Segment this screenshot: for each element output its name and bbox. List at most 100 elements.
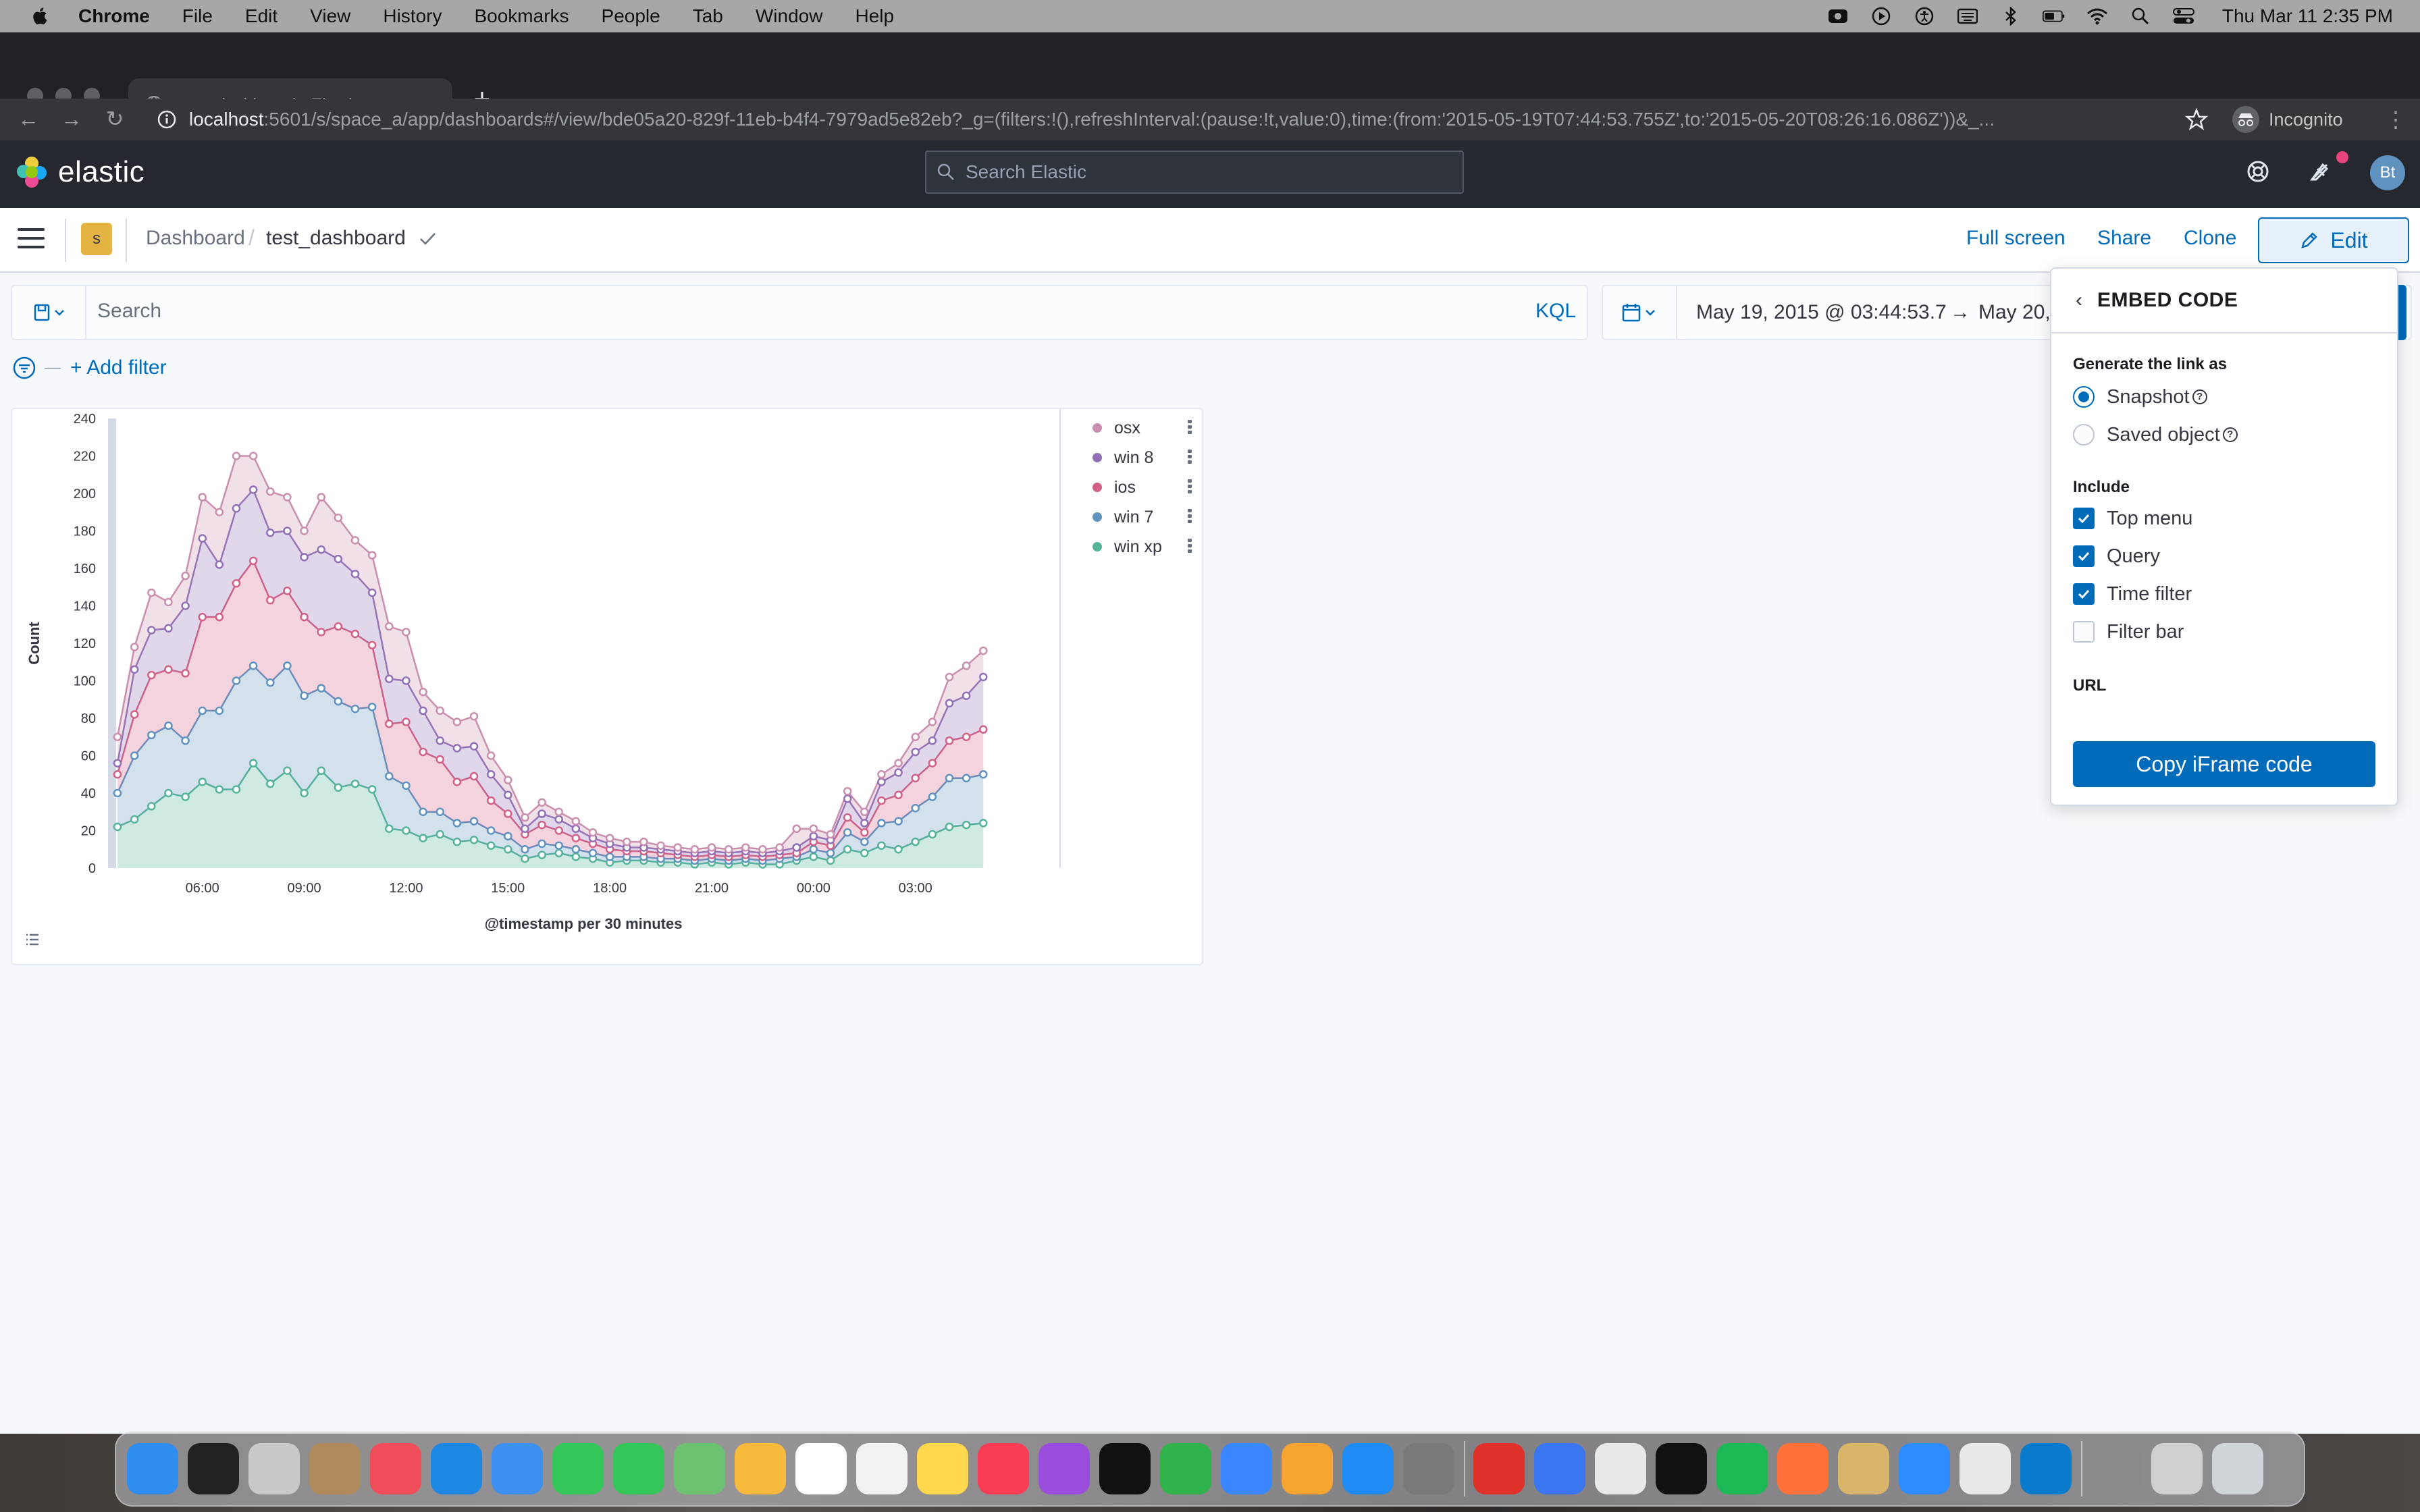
system-preferences-icon[interactable] [1403, 1443, 1454, 1494]
kql-toggle[interactable]: KQL [1535, 300, 1576, 323]
query-input[interactable]: Search [97, 300, 161, 323]
time-filter-checkbox[interactable] [2073, 583, 2095, 605]
safari-icon[interactable] [431, 1443, 482, 1494]
spotify-icon[interactable] [1716, 1443, 1768, 1494]
keyboard-icon[interactable] [1956, 7, 1979, 25]
menu-people[interactable]: People [602, 5, 660, 27]
date-end[interactable]: May 20, [1978, 301, 2051, 324]
top-menu-checkbox[interactable] [2073, 508, 2095, 529]
forward-arrow-icon[interactable]: → [58, 105, 85, 132]
query-checkbox[interactable] [2073, 545, 2095, 567]
menu-bookmarks[interactable]: Bookmarks [474, 5, 569, 27]
chrome-icon[interactable] [1959, 1443, 2011, 1494]
chrome-menu-icon[interactable]: ⋮ [2385, 107, 2406, 132]
add-filter-link[interactable]: + Add filter [70, 356, 167, 379]
space-avatar[interactable]: s [81, 223, 112, 255]
legend-item[interactable]: win xp [1093, 535, 1162, 559]
time-filter-option[interactable]: Time filter [2073, 580, 2192, 608]
help-icon[interactable]: ? [2192, 389, 2207, 404]
elastic-logo[interactable]: elastic [15, 155, 144, 189]
legend-toggle-icon[interactable] [20, 927, 45, 952]
breadcrumb-dashboard[interactable]: Dashboard [146, 227, 245, 250]
legend-options-icon[interactable] [1186, 539, 1194, 554]
user-avatar[interactable]: Bt [2370, 155, 2405, 190]
help-lifebuoy-icon[interactable] [2243, 157, 2273, 186]
legend-options-icon[interactable] [1186, 509, 1194, 524]
reminders-icon[interactable] [856, 1443, 908, 1494]
quick-menu-button[interactable] [1603, 286, 1677, 339]
keynote-icon[interactable] [1221, 1443, 1272, 1494]
battery-icon[interactable] [2042, 7, 2066, 25]
menu-view[interactable]: View [310, 5, 350, 27]
music-icon[interactable] [978, 1443, 1029, 1494]
address-bar[interactable]: localhost :5601/s/space_a/app/dashboards… [147, 99, 2204, 140]
downloads-icon[interactable] [2090, 1443, 2142, 1494]
paint-icon[interactable] [1838, 1443, 1889, 1494]
query-option[interactable]: Query [2073, 543, 2160, 570]
photos-icon[interactable] [735, 1443, 786, 1494]
pdf-icon[interactable] [1473, 1443, 1525, 1494]
play-icon[interactable] [1870, 7, 1893, 26]
share-link[interactable]: Share [2097, 227, 2151, 250]
info-icon[interactable] [157, 109, 177, 130]
spotlight-search-icon[interactable] [2129, 7, 2152, 25]
saved-object-option[interactable]: Saved object ? [2073, 421, 2238, 448]
messages-icon[interactable] [613, 1443, 664, 1494]
accessibility-icon[interactable] [1913, 7, 1936, 26]
menu-file[interactable]: File [182, 5, 213, 27]
finder-icon[interactable] [127, 1443, 178, 1494]
clone-link[interactable]: Clone [2184, 227, 2236, 250]
hamburger-menu-icon[interactable] [18, 228, 45, 251]
snapshot-option[interactable]: Snapshot ? [2073, 383, 2207, 410]
copy-iframe-button[interactable]: Copy iFrame code [2073, 741, 2375, 787]
launchpad-icon[interactable] [248, 1443, 300, 1494]
reload-icon[interactable]: ↻ [101, 105, 128, 132]
legend-item[interactable]: win 7 [1093, 505, 1153, 529]
documents-icon[interactable] [2151, 1443, 2203, 1494]
legend-item[interactable]: ios [1093, 475, 1136, 500]
signal-icon[interactable] [1534, 1443, 1585, 1494]
slack-icon[interactable] [1595, 1443, 1646, 1494]
menu-tab[interactable]: Tab [693, 5, 723, 27]
terminal-icon[interactable] [1656, 1443, 1707, 1494]
screen-record-icon[interactable] [1826, 7, 1849, 25]
apple-icon[interactable] [30, 6, 49, 26]
full-screen-link[interactable]: Full screen [1966, 227, 2066, 250]
zoom-icon[interactable] [1899, 1443, 1950, 1494]
saved-object-radio[interactable] [2073, 424, 2095, 446]
incognito-indicator[interactable]: Incognito [2232, 104, 2343, 135]
filter-bar-checkbox[interactable] [2073, 621, 2095, 643]
pages-icon[interactable] [1282, 1443, 1333, 1494]
maps-icon[interactable] [674, 1443, 725, 1494]
date-start[interactable]: May 19, 2015 @ 03:44:53.7 [1696, 301, 1947, 324]
trash-icon[interactable] [2212, 1443, 2263, 1494]
tv-icon[interactable] [1099, 1443, 1151, 1494]
legend-item[interactable]: win 8 [1093, 446, 1153, 470]
global-search-input[interactable]: Search Elastic [925, 151, 1464, 194]
control-center-icon[interactable] [2172, 7, 2195, 25]
vscode-icon[interactable] [2020, 1443, 2072, 1494]
legend-options-icon[interactable] [1186, 420, 1194, 435]
menu-history[interactable]: History [383, 5, 442, 27]
firefox-icon[interactable] [1777, 1443, 1829, 1494]
notes-icon[interactable] [917, 1443, 968, 1494]
bluetooth-icon[interactable] [1999, 7, 2022, 26]
menu-edit[interactable]: Edit [245, 5, 278, 27]
help-icon[interactable]: ? [2222, 427, 2238, 442]
bookmark-star-icon[interactable] [2185, 108, 2208, 131]
podcasts-icon[interactable] [1038, 1443, 1090, 1494]
back-arrow-icon[interactable]: ← [15, 105, 42, 132]
contacts-icon[interactable] [309, 1443, 361, 1494]
back-chevron-icon[interactable]: ‹ [2076, 289, 2082, 312]
calendar-icon[interactable] [795, 1443, 847, 1494]
filter-options-icon[interactable] [12, 356, 36, 380]
legend-options-icon[interactable] [1186, 450, 1194, 464]
menu-window[interactable]: Window [756, 5, 823, 27]
menu-clock[interactable]: Thu Mar 11 2:35 PM [2222, 5, 2393, 27]
facetime-icon[interactable] [552, 1443, 604, 1494]
edit-button[interactable]: Edit [2258, 217, 2409, 263]
legend-item[interactable]: osx [1093, 416, 1140, 440]
filter-bar-option[interactable]: Filter bar [2073, 618, 2184, 645]
newsfeed-icon[interactable] [2307, 157, 2336, 186]
app-store-icon[interactable] [1342, 1443, 1394, 1494]
